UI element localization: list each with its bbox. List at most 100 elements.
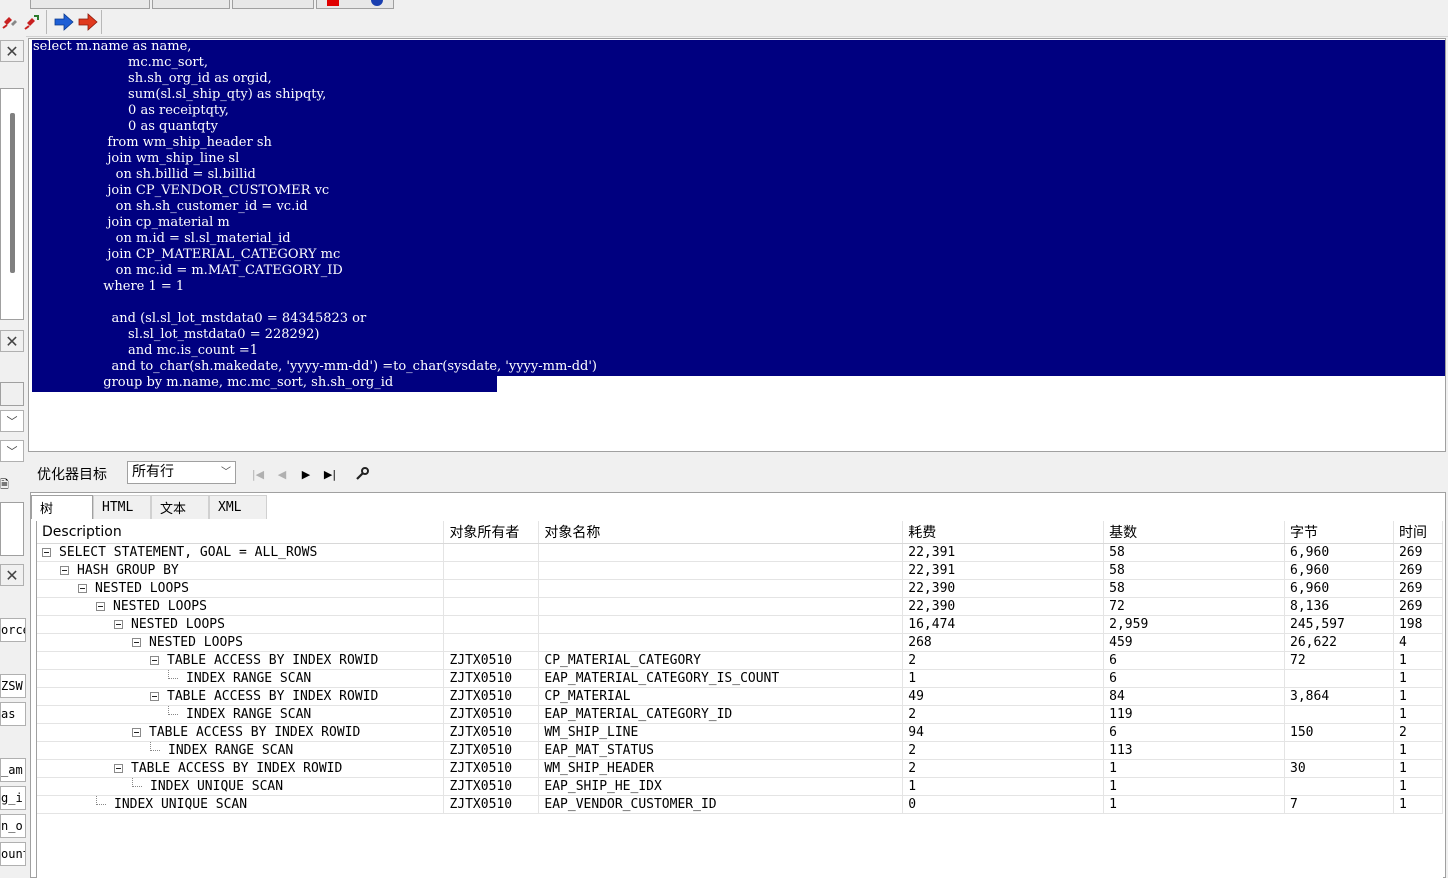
table-row[interactable]: HASH GROUP BY 22,391 58 6,960 269: [37, 561, 1444, 580]
plan-cell-bytes: 30: [1284, 759, 1394, 778]
column-header[interactable]: 字节: [1284, 521, 1394, 544]
last-icon[interactable]: ▶|: [322, 466, 338, 482]
plan-cell-name: CP_MATERIAL_CATEGORY: [538, 651, 904, 670]
table-row[interactable]: INDEX RANGE SCAN ZJTX0510 EAP_MATERIAL_CAT…: [37, 669, 1444, 688]
scrollbar-thumb[interactable]: [10, 113, 15, 273]
table-row[interactable]: NESTED LOOPS 16,474 2,959 245,597 198: [37, 615, 1444, 634]
plan-cell-cost: 49: [902, 687, 1105, 706]
plan-cell-bytes: 245,597: [1284, 615, 1394, 634]
plan-cell-cost: 22,391: [902, 561, 1105, 580]
plan-cell-owner: ZJTX0510: [443, 705, 540, 724]
plan-description-cell: INDEX UNIQUE SCAN: [37, 777, 445, 796]
execution-plan-grid[interactable]: Description 对象所有者 对象名称 耗费 基数 字节 时间 SELECT STAT…: [36, 521, 1444, 878]
plan-description-text: TABLE ACCESS BY INDEX ROWID: [131, 760, 343, 776]
plan-cell-name: [538, 543, 904, 562]
close-icon[interactable]: ✕: [0, 564, 24, 586]
collapse-toggle-icon[interactable]: [114, 619, 123, 629]
plan-description-cell: TABLE ACCESS BY INDEX ROWID: [37, 687, 445, 706]
table-row[interactable]: TABLE ACCESS BY INDEX ROWID ZJTX0510 CP_MA…: [37, 651, 1444, 670]
plan-cell-card: 6: [1103, 669, 1286, 688]
plan-cell-owner: [443, 633, 540, 652]
column-header[interactable]: 对象所有者: [443, 521, 540, 544]
left-panel-strip: ✕ ✕ ﹀ ﹀ 🗎 ✕ orce ZSW as _am g_i n_o: oun…: [0, 36, 26, 878]
plan-cell-bytes: [1284, 741, 1394, 760]
plan-description-cell: NESTED LOOPS: [37, 615, 445, 634]
table-row[interactable]: NESTED LOOPS 22,390 72 8,136 269: [37, 597, 1444, 616]
plan-description-text: TABLE ACCESS BY INDEX ROWID: [167, 688, 379, 704]
forward-arrow-icon[interactable]: [78, 12, 98, 32]
tab-html[interactable]: HTML: [93, 495, 151, 519]
plan-cell-cost: 22,390: [902, 597, 1105, 616]
plan-cell-owner: ZJTX0510: [443, 759, 540, 778]
sql-editor[interactable]: select m.name as name, mc.mc_sort, sh.sh…: [28, 38, 1446, 452]
table-row[interactable]: TABLE ACCESS BY INDEX ROWID ZJTX0510 CP_MA…: [37, 687, 1444, 706]
optimizer-goal-select[interactable]: 所有行 ﹀: [127, 461, 236, 484]
column-header[interactable]: 基数: [1103, 521, 1286, 544]
plan-cell-name: WM_SHIP_HEADER: [538, 759, 904, 778]
table-row[interactable]: INDEX UNIQUE SCAN ZJTX0510 EAP_VENDOR_CUST…: [37, 795, 1444, 814]
table-row[interactable]: NESTED LOOPS 268 459 26,622 4: [37, 633, 1444, 652]
collapse-toggle-icon[interactable]: [42, 547, 51, 557]
column-header[interactable]: 时间: [1393, 521, 1444, 544]
plan-cell-owner: [443, 615, 540, 634]
sql-text[interactable]: select m.name as name, mc.mc_sort, sh.sh…: [33, 39, 597, 391]
plan-description-text: INDEX UNIQUE SCAN: [150, 779, 284, 794]
plan-cell-name: [538, 597, 904, 616]
table-row[interactable]: INDEX RANGE SCAN ZJTX0510 EAP_MATERIAL_CAT…: [37, 705, 1444, 724]
toolbar-separator: [46, 10, 47, 34]
plan-cell-name: [538, 615, 904, 634]
left-list-box[interactable]: [0, 88, 24, 320]
document-icon[interactable]: 🗎: [0, 476, 14, 492]
collapse-toggle-icon[interactable]: [132, 637, 141, 647]
next-icon[interactable]: ▶: [298, 466, 314, 482]
plan-cell-cost: 2: [902, 759, 1105, 778]
collapse-toggle-icon[interactable]: [150, 655, 159, 665]
plan-cell-time: 1: [1393, 795, 1444, 814]
column-header[interactable]: Description: [37, 521, 445, 544]
plan-cell-card: 58: [1103, 543, 1286, 562]
plan-cell-cost: 1: [902, 777, 1105, 796]
collapse-toggle-icon[interactable]: [78, 583, 87, 593]
table-row[interactable]: INDEX UNIQUE SCAN ZJTX0510 EAP_SHIP_HE_IDX…: [37, 777, 1444, 796]
table-row[interactable]: SELECT STATEMENT, GOAL = ALL_ROWS 22,391 5…: [37, 543, 1444, 562]
collapse-toggle-icon[interactable]: [150, 691, 159, 701]
tab-text[interactable]: 文本: [151, 495, 209, 519]
table-row[interactable]: INDEX RANGE SCAN ZJTX0510 EAP_MAT_STATUS 2 1…: [37, 741, 1444, 760]
plan-cell-owner: ZJTX0510: [443, 741, 540, 760]
plan-description-text: TABLE ACCESS BY INDEX ROWID: [167, 652, 379, 668]
chevron-down-icon[interactable]: ﹀: [0, 410, 24, 432]
collapse-toggle-icon[interactable]: [132, 727, 141, 737]
table-row[interactable]: NESTED LOOPS 22,390 58 6,960 269: [37, 579, 1444, 598]
disconnect-icon[interactable]: [0, 12, 20, 32]
first-icon[interactable]: |◀: [250, 466, 266, 482]
left-field[interactable]: [0, 502, 24, 556]
column-header[interactable]: 耗费: [902, 521, 1105, 544]
wrench-icon[interactable]: [354, 466, 370, 482]
plan-cell-card: 1: [1103, 777, 1286, 796]
left-field[interactable]: [0, 382, 24, 406]
close-icon[interactable]: ✕: [0, 330, 24, 352]
close-icon[interactable]: ✕: [0, 40, 24, 62]
reconnect-icon[interactable]: [22, 12, 42, 32]
collapse-toggle-icon[interactable]: [114, 763, 123, 773]
table-row[interactable]: TABLE ACCESS BY INDEX ROWID ZJTX0510 WM_SH…: [37, 723, 1444, 742]
column-header[interactable]: 对象名称: [538, 521, 904, 544]
left-text: ount: [0, 842, 26, 866]
plan-description-cell: INDEX UNIQUE SCAN: [37, 795, 445, 814]
plan-cell-time: 1: [1393, 777, 1444, 796]
back-arrow-icon[interactable]: [54, 12, 74, 32]
main-toolbar: [0, 0, 1448, 37]
plan-cell-name: EAP_MATERIAL_CATEGORY_IS_COUNT: [538, 669, 904, 688]
plan-cell-card: 119: [1103, 705, 1286, 724]
plan-cell-time: 269: [1393, 579, 1444, 598]
collapse-toggle-icon[interactable]: [60, 565, 69, 575]
tab-xml[interactable]: XML: [209, 495, 267, 519]
collapse-toggle-icon[interactable]: [96, 601, 105, 611]
plan-cell-cost: 1: [902, 669, 1105, 688]
table-row[interactable]: TABLE ACCESS BY INDEX ROWID ZJTX0510 WM_SH…: [37, 759, 1444, 778]
plan-cell-time: 1: [1393, 705, 1444, 724]
prev-icon[interactable]: ◀: [274, 466, 290, 482]
chevron-down-icon[interactable]: ﹀: [0, 440, 24, 462]
tab-tree[interactable]: 树: [31, 495, 93, 519]
plan-cell-time: 1: [1393, 741, 1444, 760]
